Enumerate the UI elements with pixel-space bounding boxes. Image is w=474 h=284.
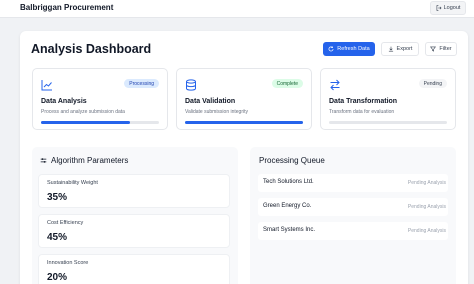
logout-icon [436,5,442,11]
export-label: Export [396,46,413,52]
parameter-label: Cost Efficiency [47,220,84,226]
queue-item[interactable]: Tech Solutions Ltd. Pending Analysis [258,174,448,192]
parameter-card: Cost Efficiency 45% [38,214,230,248]
progress-bar [185,121,303,124]
queue-item-status: Pending Analysis [407,180,446,186]
queue-item-name: Green Energy Co. [263,203,312,209]
filter-icon [430,46,437,52]
section-title: Processing Queue [259,156,325,165]
progress-bar [41,121,159,124]
sliders-icon [40,158,47,163]
card-description: Process and analyze submission data [41,109,125,115]
logout-label: Logout [443,5,461,11]
status-badge: Complete [271,79,303,88]
card-title: Data Transformation [329,98,398,105]
progress-fill [41,121,130,124]
section-title-label: Algorithm Parameters [51,156,129,165]
progress-fill [185,121,303,124]
queue-item[interactable]: Green Energy Co. Pending Analysis [258,198,448,216]
queue-item[interactable]: Smart Systems Inc. Pending Analysis [258,222,448,240]
refresh-data-label: Refresh Data [337,46,370,52]
processing-queue-section: Processing Queue Tech Solutions Ltd. Pen… [250,147,456,284]
filter-button[interactable]: Filter [425,42,457,56]
parameter-card: Sustainability Weight 35% [38,174,230,208]
parameter-card: Innovation Score 20% [38,254,230,284]
export-button[interactable]: Export [381,42,419,56]
queue-item-status: Pending Analysis [407,204,446,210]
card-data-validation[interactable]: Complete Data Validation Validate submis… [176,68,312,130]
parameter-label: Sustainability Weight [47,180,98,186]
download-icon [388,46,393,52]
chart-line-icon [41,80,52,91]
card-title: Data Analysis [41,98,87,105]
status-badge: Processing [124,79,159,88]
queue-item-name: Smart Systems Inc. [263,227,316,233]
card-data-transformation[interactable]: Pending Data Transformation Transform da… [320,68,456,130]
refresh-data-button[interactable]: Refresh Data [323,42,375,56]
parameter-label: Innovation Score [47,260,89,266]
section-title: Algorithm Parameters [40,156,128,165]
card-title: Data Validation [185,98,236,105]
brand-title: Balbriggan Procurement [20,3,114,12]
card-description: Validate submission integrity [185,109,248,115]
top-bar: Balbriggan Procurement Logout [0,0,474,18]
status-badge: Pending [418,79,447,88]
page-title: Analysis Dashboard [31,42,152,56]
card-data-analysis[interactable]: Processing Data Analysis Process and ana… [32,68,168,130]
parameter-value: 20% [47,272,68,283]
parameter-value: 35% [47,192,68,203]
parameter-value: 45% [47,232,68,243]
logout-button[interactable]: Logout [430,1,466,15]
card-description: Transform data for evaluation [329,109,395,115]
filter-label: Filter [439,46,452,52]
queue-item-name: Tech Solutions Ltd. [263,179,314,185]
main-panel: Analysis Dashboard Refresh Data Export F… [20,31,468,284]
database-icon [186,79,196,91]
queue-item-status: Pending Analysis [407,228,446,234]
progress-bar [329,121,447,124]
refresh-icon [328,46,334,52]
algorithm-parameters-section: Algorithm Parameters Sustainability Weig… [32,147,238,284]
swap-arrows-icon [330,79,340,91]
